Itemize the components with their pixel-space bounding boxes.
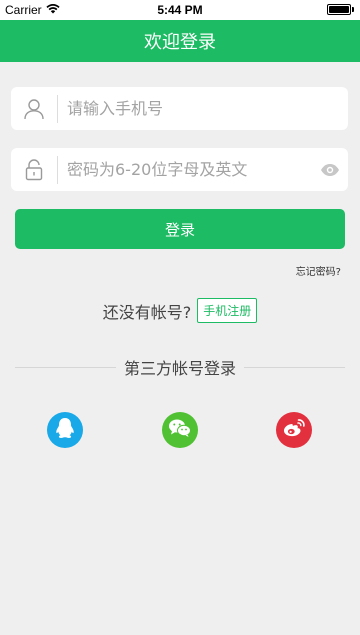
battery-icon — [327, 4, 351, 15]
battery-tip — [352, 7, 354, 12]
lock-icon — [11, 148, 57, 191]
no-account-text: 还没有帐号? — [102, 302, 192, 322]
forgot-password-link[interactable]: 忘记密码? — [296, 263, 341, 278]
status-bar: Carrier 5:44 PM — [0, 0, 360, 20]
wechat-login-button[interactable] — [162, 412, 198, 448]
register-row: 还没有帐号? 手机注册 — [0, 297, 360, 324]
weibo-login-button[interactable] — [276, 412, 312, 448]
password-field — [11, 148, 348, 191]
third-party-divider: 第三方帐号登录 — [15, 356, 346, 378]
weibo-icon — [282, 417, 306, 443]
wechat-icon — [168, 418, 192, 442]
phone-register-button[interactable]: 手机注册 — [197, 298, 258, 323]
phone-field — [11, 87, 348, 130]
eye-icon[interactable] — [312, 148, 348, 191]
status-right — [327, 4, 354, 15]
battery-fill — [329, 6, 349, 13]
password-input[interactable] — [58, 148, 312, 191]
qq-login-button[interactable] — [47, 412, 83, 448]
login-button[interactable]: 登录 — [15, 209, 345, 249]
qq-icon — [54, 416, 76, 444]
divider-line-left — [15, 366, 116, 368]
page-title: 欢迎登录 — [144, 32, 216, 53]
nav-bar: 欢迎登录 — [0, 20, 360, 62]
phone-input[interactable] — [58, 87, 348, 130]
divider-line-right — [244, 366, 346, 368]
third-party-title: 第三方帐号登录 — [124, 359, 237, 378]
status-time: 5:44 PM — [157, 3, 203, 17]
user-icon — [11, 87, 57, 130]
